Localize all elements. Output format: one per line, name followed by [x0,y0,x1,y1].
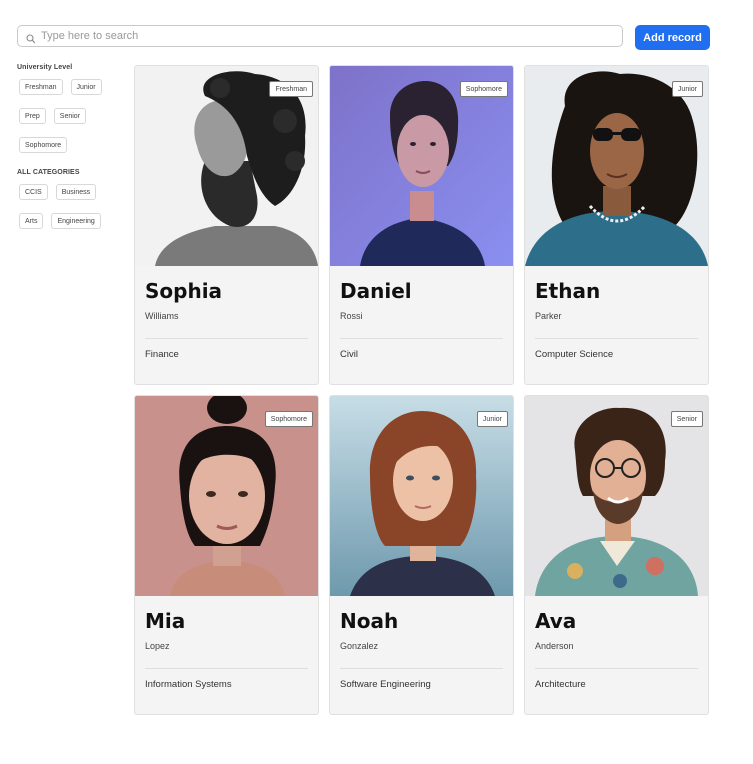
student-card[interactable]: Junior Ethan Parker Computer Science [524,65,709,385]
student-card[interactable]: Freshman Sophia Williams Finance [134,65,319,385]
student-card-grid: Freshman Sophia Williams Finance Sophomo… [134,65,710,715]
card-divider [145,668,308,669]
student-major: Finance [145,349,179,360]
student-first-name: Mia [145,609,186,633]
card-divider [340,338,503,339]
card-divider [340,668,503,669]
level-badge: Sophomore [264,411,313,427]
student-last-name: Anderson [535,641,574,651]
student-card[interactable]: Senior Ava Anderson Architecture [524,395,709,715]
level-filter-group: Freshman Junior Prep Senior Sophomore [19,79,127,153]
search-bar[interactable] [17,25,623,47]
student-first-name: Noah [340,609,399,633]
card-divider [535,668,698,669]
student-first-name: Sophia [145,279,223,303]
student-card[interactable]: Sophomore Daniel Rossi Civil [329,65,514,385]
student-major: Architecture [535,679,586,690]
student-last-name: Gonzalez [340,641,379,651]
student-major: Civil [340,349,358,360]
filter-sidebar: University Level Freshman Junior Prep Se… [17,64,127,245]
search-input[interactable] [41,26,611,46]
student-first-name: Ava [535,609,577,633]
student-last-name: Rossi [340,311,363,321]
card-divider [145,338,308,339]
filter-chip-ccis[interactable]: CCIS [19,184,48,200]
card-divider [535,338,698,339]
level-badge: Junior [671,81,703,97]
student-card[interactable]: Junior Noah Gonzalez Software Engineerin… [329,395,514,715]
student-last-name: Williams [145,311,179,321]
level-badge: Freshman [269,81,313,97]
filter-chip-senior[interactable]: Senior [53,108,87,124]
filter-chip-sophomore[interactable]: Sophomore [19,137,68,153]
student-major: Software Engineering [340,679,431,690]
university-level-heading: University Level [17,64,73,71]
student-last-name: Lopez [145,641,170,651]
all-categories-heading: ALL CATEGORIES [17,169,80,176]
filter-chip-freshman[interactable]: Freshman [19,79,63,95]
filter-chip-business[interactable]: Business [55,184,97,200]
student-major: Information Systems [145,679,232,690]
add-record-button[interactable]: Add record [635,25,710,50]
filter-chip-prep[interactable]: Prep [19,108,46,124]
level-badge: Sophomore [459,81,508,97]
student-last-name: Parker [535,311,562,321]
level-badge: Junior [476,411,508,427]
student-major: Computer Science [535,349,614,360]
student-card[interactable]: Sophomore Mia Lopez Information Systems [134,395,319,715]
student-first-name: Daniel [340,279,412,303]
filter-chip-engineering[interactable]: Engineering [51,213,101,229]
level-badge: Senior [670,411,703,427]
search-icon [26,31,36,44]
category-filter-group: CCIS Business Arts Engineering [19,184,127,229]
filter-chip-arts[interactable]: Arts [19,213,44,229]
student-first-name: Ethan [535,279,601,303]
filter-chip-junior[interactable]: Junior [70,79,102,95]
